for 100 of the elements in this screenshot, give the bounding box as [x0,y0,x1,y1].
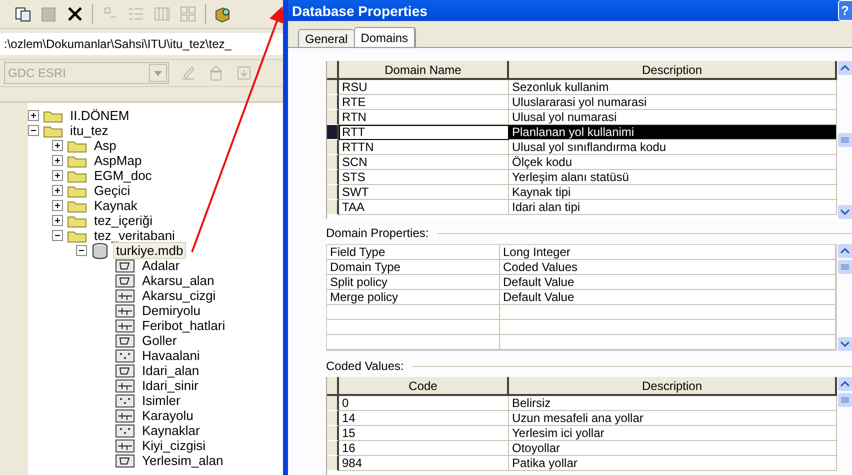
tree-item[interactable]: Idari_sinir [139,377,202,394]
column-header[interactable]: Code [339,377,509,396]
location-field[interactable]: :\ozlem\Dokumanlar\Sahsi\ITU\itu_tez\tez_ [0,33,283,55]
table-cell: RTTN [339,140,509,155]
section-label: Domain Properties: [326,226,429,240]
scroll-thumb[interactable] [838,393,852,407]
table-cell: Coded Values [500,260,836,275]
thumbnails-icon[interactable] [179,5,197,23]
collapse-toggle[interactable] [52,230,63,241]
table-cell: 15 [339,426,509,441]
tree-item[interactable]: Adalar [139,257,183,274]
scroll-up-button[interactable] [838,244,852,258]
row-selector[interactable] [327,170,339,185]
row-selector[interactable] [327,396,339,411]
point-feature-icon [115,424,135,438]
tab[interactable]: Domains [354,27,416,47]
table-cell: Yerlesim ici yollar [509,426,837,441]
scroll-up-button[interactable] [838,61,852,75]
plus-icon [54,172,61,179]
tree-item[interactable]: tez_veritabani [91,227,178,244]
table-cell: Merge policy [327,290,500,305]
dialog-title: Database Properties [292,2,428,18]
tree-item[interactable]: turkiye.mdb [113,242,186,259]
column-header[interactable]: Description [509,377,837,396]
table-cell: Ulusal yol sınıflandırma kodu [509,140,837,155]
tree-item[interactable]: Akarsu_alan [139,272,218,289]
tree-item[interactable]: tez_içeriği [91,212,156,229]
row-selector[interactable] [327,411,339,426]
tree-item[interactable]: Goller [139,332,180,349]
table-cell: Ulusal yol numarasi [509,110,837,125]
scroll-down-button[interactable] [838,337,852,351]
table-cell: Default Value [500,275,836,290]
tree-item[interactable]: Asp [91,137,120,154]
expand-toggle[interactable] [52,140,63,151]
collapse-toggle[interactable] [76,245,87,256]
folder-icon [67,214,87,228]
tree-item[interactable]: Karayolu [139,407,196,424]
folder-icon [67,154,87,168]
plus-icon [54,142,61,149]
tree-item[interactable]: Yerlesim_alan [139,452,226,469]
tree-item[interactable]: Isimler [139,392,184,409]
row-selector[interactable] [327,200,339,215]
scroll-down-button[interactable] [838,205,852,219]
scroll-thumb[interactable] [838,133,852,147]
line-feature-icon [115,318,135,332]
section-label: Coded Values: [326,359,404,373]
tree-item[interactable]: itu_tez [67,122,112,139]
tree-item[interactable]: Kiyi_cizgisi [139,437,209,454]
table-cell: Planlanan yol kullanimi [509,125,837,140]
table-cell: Default Value [500,290,836,305]
column-header[interactable]: Description [509,61,837,80]
expand-toggle[interactable] [52,185,63,196]
column-header[interactable]: Domain Name [339,61,509,80]
scroll-up-button[interactable] [838,377,852,391]
line-feature-icon [115,408,135,422]
help-button[interactable]: ? [838,0,852,21]
expand-toggle[interactable] [52,215,63,226]
tree-item[interactable]: Demiryolu [139,302,204,319]
folder-icon [43,108,63,122]
tab[interactable]: General [298,29,354,47]
tree-item[interactable]: Idari_alan [139,362,202,379]
tree-item[interactable]: Havaalani [139,347,203,364]
row-selector[interactable] [327,426,339,441]
row-selector[interactable] [327,155,339,170]
expand-toggle[interactable] [52,200,63,211]
row-selector[interactable] [327,95,339,110]
tree-item[interactable]: EGM_doc [91,167,155,184]
folder-icon [67,138,87,152]
tree-item[interactable]: Akarsu_cizgi [139,287,219,304]
table-cell: Yerleşim alanı statüsü [509,170,837,185]
point-feature-icon [115,348,135,362]
expand-toggle[interactable] [52,155,63,166]
delete-icon[interactable] [66,5,84,23]
row-selector[interactable] [327,456,339,471]
tree-item[interactable]: AspMap [91,152,145,169]
expand-toggle[interactable] [28,110,39,121]
plus-icon [54,187,61,194]
row-selector[interactable] [327,185,339,200]
grip-icon [841,264,849,270]
minus-icon [54,232,61,239]
tree-item[interactable]: Kaynak [91,197,140,214]
row-selector[interactable] [327,441,339,456]
row-selector[interactable] [327,110,339,125]
table-cell: Uzun mesafeli ana yollar [509,411,837,426]
row-selector[interactable] [327,140,339,155]
scroll-thumb[interactable] [838,260,852,274]
table-cell: 984 [339,456,509,471]
tree-item[interactable]: Geçici [91,182,134,199]
tree-item[interactable]: Feribot_hatlari [139,317,228,334]
tree-item[interactable]: Kaynaklar [139,422,203,439]
row-selector[interactable] [327,80,339,95]
tree-item[interactable]: II.DÖNEM [67,107,132,124]
copy-icon[interactable] [14,5,32,23]
collapse-toggle[interactable] [28,125,39,136]
row-selector[interactable] [327,125,339,140]
table-cell: SWT [339,185,509,200]
caret-icon [154,70,162,76]
expand-toggle[interactable] [52,170,63,181]
table-cell: Field Type [327,245,500,260]
grip-icon [841,137,849,143]
